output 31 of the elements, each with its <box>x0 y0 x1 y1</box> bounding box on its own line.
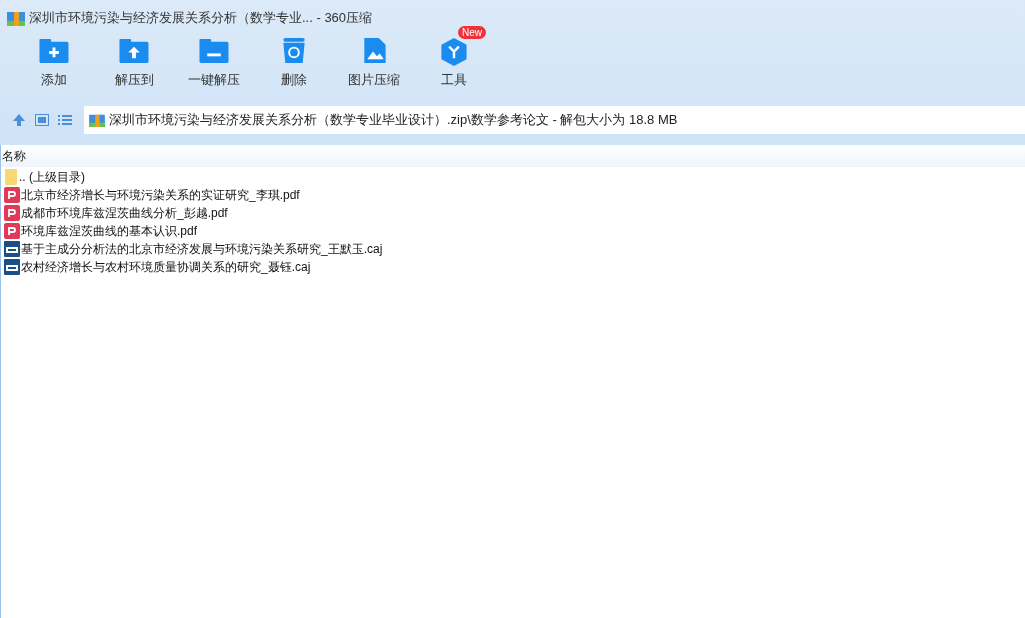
image-button[interactable]: 图片压缩 <box>334 26 414 90</box>
caj-file-icon <box>4 259 20 275</box>
extract-icon <box>197 36 231 66</box>
pdf-file-icon <box>4 187 20 203</box>
tools-button[interactable]: New 工具 <box>414 26 494 90</box>
folder-icon <box>4 169 18 185</box>
file-name[interactable]: 环境库兹涅茨曲线的基本认识.pdf <box>21 222 197 240</box>
file-name[interactable]: .. (上级目录) <box>19 168 85 186</box>
caj-file-icon <box>4 241 20 257</box>
column-header[interactable]: 名称 <box>1 147 27 165</box>
path-text: 深圳市环境污染与经济发展关系分析（数学专业毕业设计）.zip\数学参考论文 - 解包大小为 18.8 MB <box>109 111 678 130</box>
up-arrow-icon[interactable] <box>12 113 26 127</box>
window-title: 深圳市环境污染与经济发展关系分析（数学专业... - 360压缩 <box>29 9 373 28</box>
archive-icon <box>89 113 105 127</box>
file-name[interactable]: 北京市经济增长与环境污染关系的实证研究_李琪.pdf <box>21 186 300 204</box>
path-field[interactable]: 深圳市环境污染与经济发展关系分析（数学专业毕业设计）.zip\数学参考论文 - 解包大小为 18.8 MB <box>84 106 1025 134</box>
new-badge: New <box>458 26 486 39</box>
file-name[interactable]: 成都市环境库兹涅茨曲线分析_彭越.pdf <box>21 204 228 222</box>
list-view-icon[interactable] <box>58 114 72 126</box>
add-button[interactable]: 添加 <box>14 26 94 90</box>
pdf-file-icon <box>4 205 20 221</box>
extract-to-button[interactable]: 解压到 <box>94 26 174 90</box>
pdf-file-icon <box>4 223 20 239</box>
extract-button[interactable]: 一键解压 <box>174 26 254 90</box>
file-name[interactable]: 基于主成分分析法的北京市经济发展与环境污染关系研究_王默玉.caj <box>21 240 383 258</box>
preview-icon[interactable] <box>35 114 49 126</box>
file-name[interactable]: 农村经济增长与农村环境质量协调关系的研究_聂钰.caj <box>21 258 311 276</box>
archive-icon <box>7 10 25 26</box>
add-icon <box>37 36 71 66</box>
delete-button[interactable]: 删除 <box>254 26 334 90</box>
extract-to-icon <box>117 36 151 66</box>
